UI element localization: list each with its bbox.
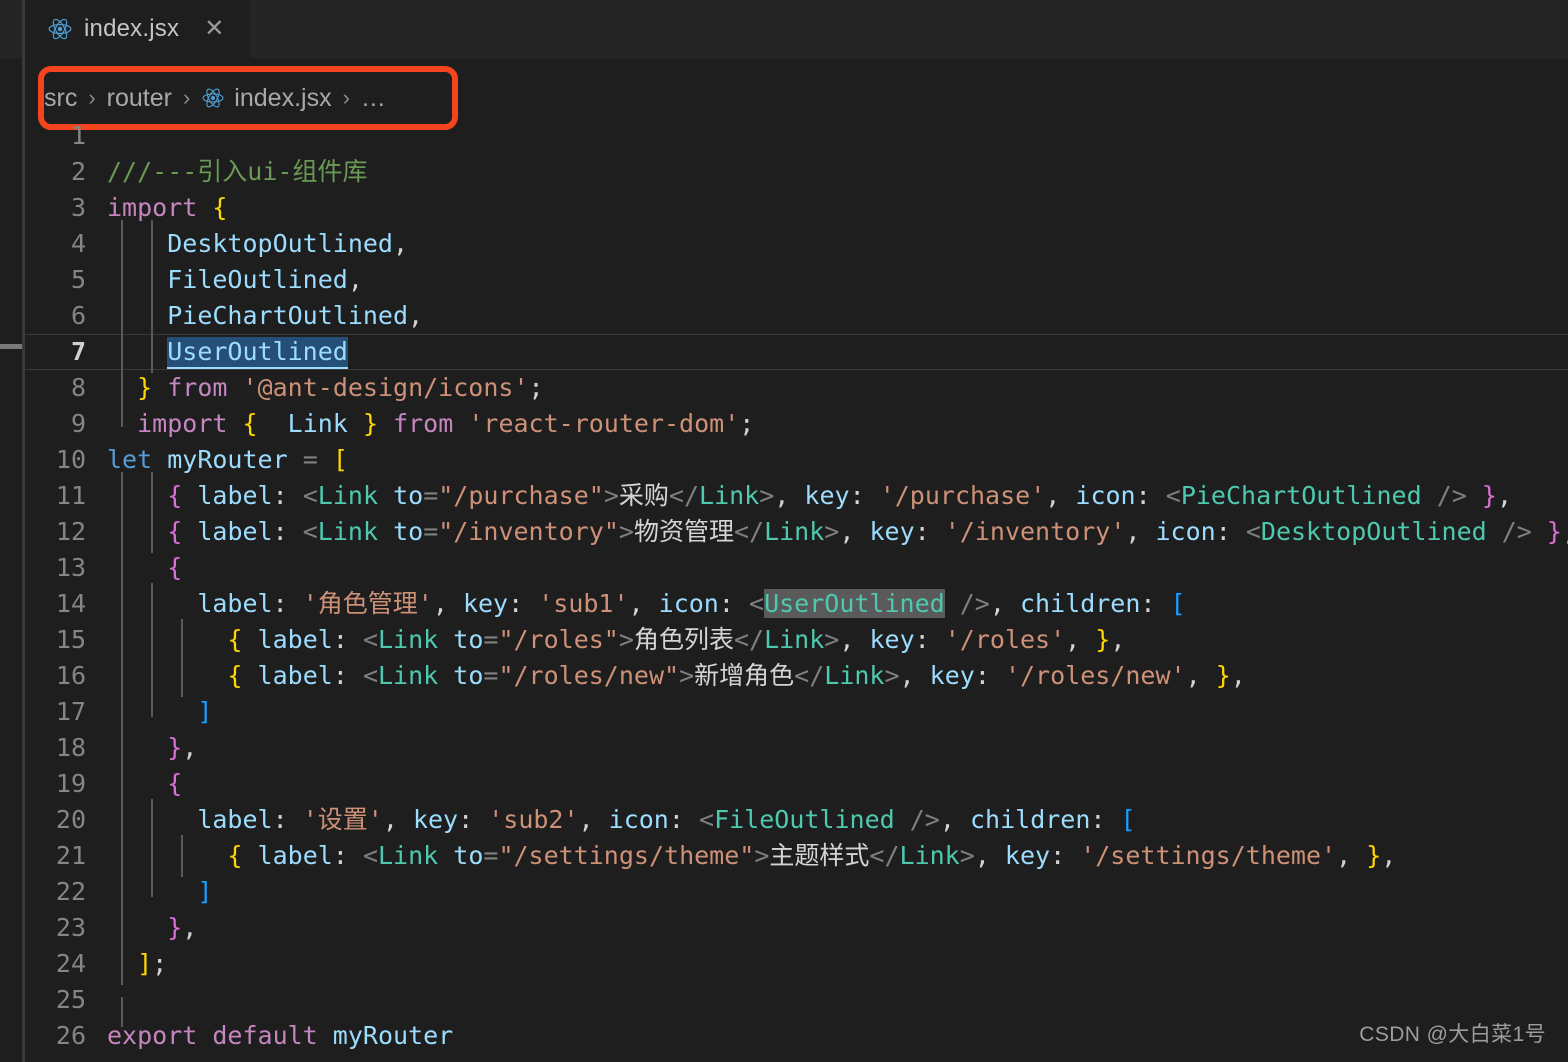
code-line[interactable]: 22 ] bbox=[25, 871, 1568, 913]
selected-text[interactable]: UserOutlined bbox=[167, 337, 348, 369]
code-line[interactable]: 9 import { Link } from 'react-router-dom… bbox=[25, 403, 1568, 442]
code-line[interactable]: 16 { label: <Link to="/roles/new">新增角色</… bbox=[25, 655, 1568, 697]
line-content[interactable]: { bbox=[107, 763, 1568, 805]
code-line[interactable]: 5 FileOutlined, bbox=[25, 259, 1568, 301]
code-line[interactable]: 8 } from '@ant-design/icons'; bbox=[25, 367, 1568, 409]
code-line[interactable]: 15 { label: <Link to="/roles">角色列表</Link… bbox=[25, 619, 1568, 661]
code-line[interactable]: 12 { label: <Link to="/inventory">物资管理</… bbox=[25, 511, 1568, 553]
tab-index-jsx[interactable]: index.jsx ✕ bbox=[25, 0, 250, 58]
code-line[interactable]: 3 import { bbox=[25, 190, 1568, 226]
code-line[interactable]: 2 ///---引入ui-组件库 bbox=[25, 154, 1568, 190]
code-line[interactable]: 4 DesktopOutlined, bbox=[25, 220, 1568, 262]
breadcrumb-item-router[interactable]: router bbox=[107, 85, 172, 111]
line-content[interactable]: label: '角色管理', key: 'sub1', icon: <UserO… bbox=[107, 583, 1568, 625]
line-content[interactable]: { label: <Link to="/inventory">物资管理</Lin… bbox=[107, 511, 1568, 553]
editor-tab-bar bbox=[25, 0, 1568, 58]
vscode-editor-window: index.jsx ✕ src › router › index.jsx › … bbox=[0, 0, 1568, 1062]
line-number: 7 bbox=[70, 337, 86, 366]
line-number: 15 bbox=[55, 625, 86, 654]
line-number: 26 bbox=[55, 1021, 86, 1050]
code-line[interactable]: 14 label: '角色管理', key: 'sub1', icon: <Us… bbox=[25, 583, 1568, 625]
breadcrumb[interactable]: src › router › index.jsx › … bbox=[44, 78, 386, 118]
code-line[interactable]: 1 bbox=[25, 118, 1568, 154]
line-content[interactable]: UserOutlined bbox=[107, 331, 1568, 373]
line-number: 19 bbox=[55, 769, 86, 798]
code-line[interactable]: 10 let myRouter = [ bbox=[25, 442, 1568, 478]
chevron-right-icon: › bbox=[182, 85, 191, 110]
chevron-right-icon: › bbox=[88, 85, 96, 110]
line-content[interactable]: { label: <Link to="/purchase">采购</Link>,… bbox=[107, 472, 1568, 514]
line-number: 6 bbox=[70, 301, 86, 330]
close-icon[interactable]: ✕ bbox=[204, 17, 224, 41]
code-line[interactable]: 19 { bbox=[25, 763, 1568, 805]
line-number: 14 bbox=[55, 589, 86, 618]
line-number: 11 bbox=[55, 481, 86, 510]
line-number: 8 bbox=[70, 373, 86, 402]
line-content[interactable]: { label: <Link to="/roles/new">新增角色</Lin… bbox=[107, 655, 1568, 697]
code-line[interactable]: 24 ]; bbox=[25, 943, 1568, 985]
line-number: 3 bbox=[70, 193, 86, 222]
code-line[interactable]: 17 ] bbox=[25, 691, 1568, 733]
line-number: 9 bbox=[70, 409, 86, 438]
line-number: 24 bbox=[55, 949, 86, 978]
tab-label: index.jsx bbox=[84, 15, 180, 42]
line-number: 21 bbox=[55, 841, 86, 870]
line-number: 25 bbox=[55, 985, 86, 1014]
line-number: 12 bbox=[55, 517, 86, 546]
line-number: 1 bbox=[70, 121, 86, 150]
line-content[interactable]: ] bbox=[107, 691, 1568, 733]
line-content[interactable]: PieChartOutlined, bbox=[107, 295, 1568, 337]
line-number: 20 bbox=[55, 805, 86, 834]
code-line[interactable]: 21 { label: <Link to="/settings/theme">主… bbox=[25, 835, 1568, 877]
code-line[interactable]: 6 PieChartOutlined, bbox=[25, 295, 1568, 337]
line-number: 17 bbox=[55, 697, 86, 726]
code-line[interactable]: 13 { bbox=[25, 547, 1568, 589]
line-content[interactable]: FileOutlined, bbox=[107, 259, 1568, 301]
code-line[interactable]: 26 export default myRouter bbox=[25, 1018, 1568, 1054]
chevron-right-icon: › bbox=[342, 85, 350, 110]
code-line[interactable]: 23 }, bbox=[25, 907, 1568, 949]
code-lines: 1 2 ///---引入ui-组件库 3 import { 4 DesktopO… bbox=[25, 118, 1568, 1054]
line-content[interactable]: { label: <Link to="/roles">角色列表</Link>, … bbox=[107, 619, 1568, 661]
line-content[interactable]: ///---引入ui-组件库 bbox=[107, 154, 1568, 190]
line-content[interactable]: { bbox=[107, 547, 1568, 589]
left-overview-ruler[interactable] bbox=[0, 58, 22, 1062]
line-content[interactable]: } from '@ant-design/icons'; bbox=[107, 367, 1568, 409]
line-number: 13 bbox=[55, 553, 86, 582]
react-icon bbox=[47, 16, 73, 42]
line-content[interactable]: label: '设置', key: 'sub2', icon: <FileOut… bbox=[107, 799, 1568, 841]
code-line[interactable]: 11 { label: <Link to="/purchase">采购</Lin… bbox=[25, 472, 1568, 514]
line-content[interactable]: DesktopOutlined, bbox=[107, 220, 1568, 262]
code-line[interactable]: 18 }, bbox=[25, 727, 1568, 769]
line-number: 22 bbox=[55, 877, 86, 906]
line-number: 5 bbox=[70, 265, 86, 294]
line-number: 10 bbox=[55, 445, 86, 474]
line-content[interactable]: ] bbox=[107, 871, 1568, 913]
line-content[interactable]: }, bbox=[107, 907, 1568, 949]
overview-ruler-marker bbox=[0, 344, 22, 349]
line-content[interactable]: let myRouter = [ bbox=[107, 442, 1568, 478]
line-number: 23 bbox=[55, 913, 86, 942]
line-content[interactable]: import { bbox=[107, 190, 1568, 226]
react-icon bbox=[201, 86, 225, 110]
code-line[interactable]: 20 label: '设置', key: 'sub2', icon: <File… bbox=[25, 799, 1568, 841]
line-content[interactable]: ]; bbox=[107, 943, 1568, 985]
line-content[interactable]: import { Link } from 'react-router-dom'; bbox=[107, 403, 1568, 442]
breadcrumb-item-src[interactable]: src bbox=[44, 85, 77, 111]
code-editor[interactable]: 1 2 ///---引入ui-组件库 3 import { 4 DesktopO… bbox=[25, 118, 1568, 1062]
line-content[interactable]: }, bbox=[107, 727, 1568, 769]
line-number: 18 bbox=[55, 733, 86, 762]
line-number: 2 bbox=[70, 157, 86, 186]
word-match-highlight: UserOutlined bbox=[764, 589, 945, 618]
breadcrumb-item-more[interactable]: … bbox=[361, 85, 386, 111]
code-line[interactable]: 25 bbox=[25, 982, 1568, 1027]
line-content[interactable]: export default myRouter bbox=[107, 1018, 1568, 1054]
watermark: CSDN @大白菜1号 bbox=[1359, 1023, 1546, 1046]
line-content[interactable]: { label: <Link to="/settings/theme">主题样式… bbox=[107, 835, 1568, 877]
breadcrumb-item-index-jsx[interactable]: index.jsx bbox=[234, 85, 331, 111]
code-line-current[interactable]: 7 UserOutlined bbox=[25, 331, 1568, 373]
line-number: 16 bbox=[55, 661, 86, 690]
line-number: 4 bbox=[70, 229, 86, 258]
